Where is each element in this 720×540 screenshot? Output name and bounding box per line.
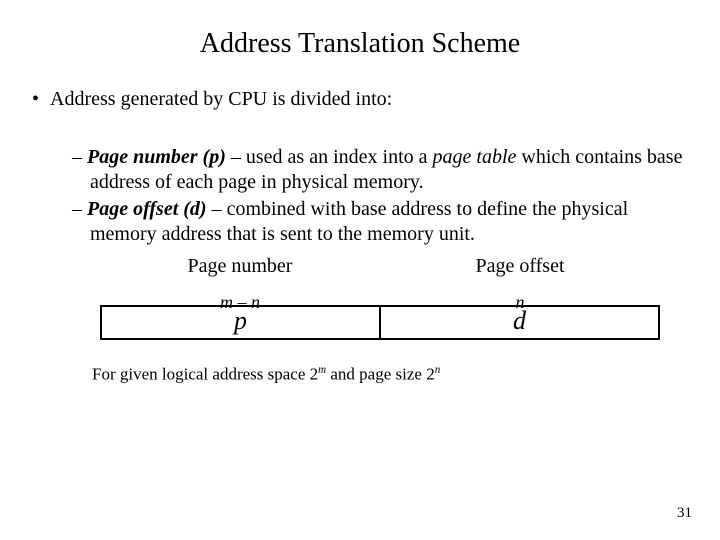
footnote-sup-n: n [435,364,441,376]
box-p: p [102,307,381,338]
footnote: For given logical address space 2m and p… [92,364,690,385]
label-page-offset: Page offset [380,255,660,278]
sep: – [207,198,227,220]
label-page-number: Page number [100,255,380,278]
address-diagram: Page number Page offset m – n n p d [100,255,660,340]
term-page-table: page table [433,146,517,168]
term-page-offset: Page offset (d) [87,198,207,220]
box-d: d [381,307,658,338]
footnote-pre: For given logical address space 2 [92,364,318,383]
sep: – [226,146,246,168]
main-bullet: Address generated by CPU is divided into… [32,88,690,111]
page-number: 31 [677,505,692,522]
text: used as an index into a [246,146,433,168]
diagram-boxes: p d [100,305,660,340]
term-page-number: Page number (p) [87,146,226,168]
sub-bullet-page-number: Page number (p) – used as an index into … [72,145,690,195]
footnote-sup-m: m [318,364,326,376]
footnote-mid: and page size 2 [326,364,435,383]
sub-bullet-page-offset: Page offset (d) – combined with base add… [72,197,690,247]
slide-title: Address Translation Scheme [30,28,690,60]
diagram-labels: Page number Page offset [100,255,660,278]
